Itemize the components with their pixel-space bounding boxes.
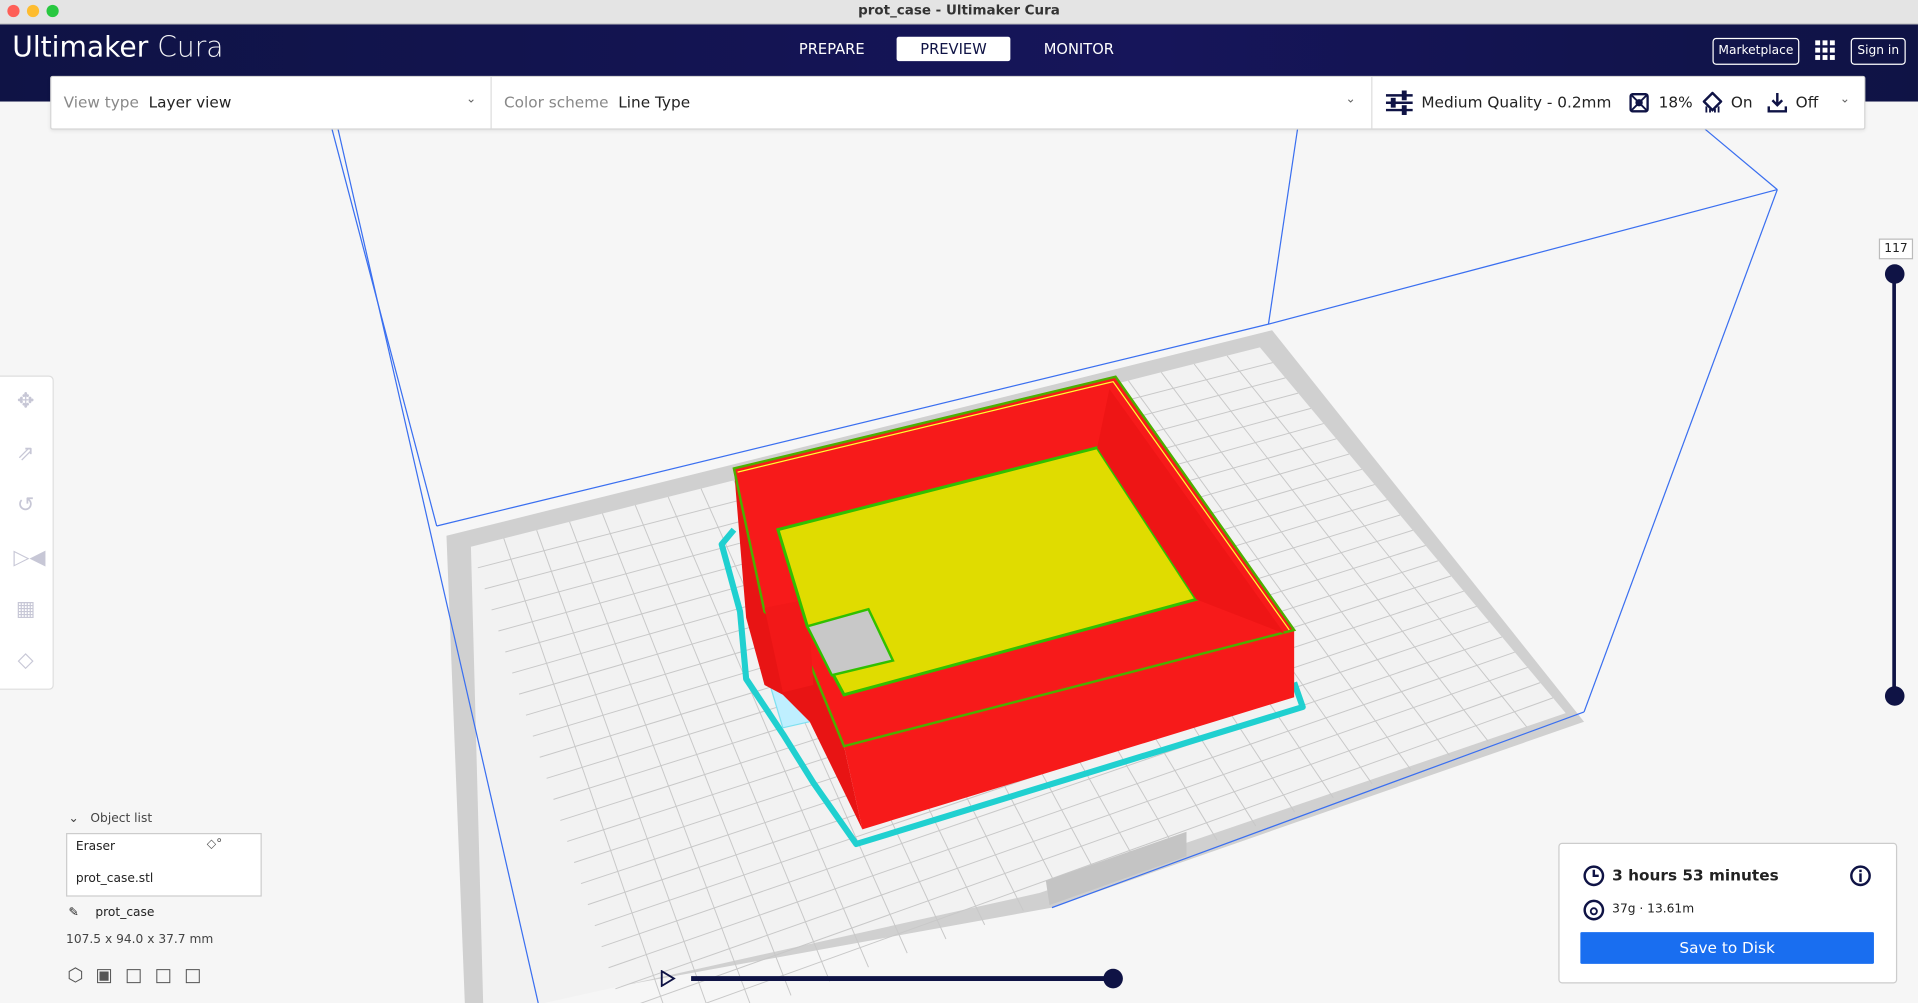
- clock-icon: [1583, 865, 1605, 887]
- print-settings-button[interactable]: Medium Quality - 0.2mm 18% On Off ⌄: [1372, 77, 1864, 128]
- color-scheme-value: Line Type: [618, 92, 691, 112]
- tab-monitor[interactable]: MONITOR: [1030, 37, 1128, 61]
- print-info-panel: 3 hours 53 minutes 37g · 13.61m Save to …: [1558, 842, 1898, 984]
- selected-object-name[interactable]: prot_case: [95, 906, 154, 919]
- logo-bold: Ultimaker: [12, 31, 149, 64]
- close-window-button[interactable]: [7, 4, 20, 18]
- support-blocker-icon[interactable]: ◇: [13, 648, 37, 672]
- pencil-icon[interactable]: ✎: [68, 906, 78, 919]
- marketplace-button[interactable]: Marketplace: [1712, 37, 1800, 65]
- mirror-icon[interactable]: ▷◀: [13, 546, 45, 570]
- top-view-icon[interactable]: □: [125, 964, 155, 986]
- spool-icon: [1583, 899, 1605, 921]
- object-list-item[interactable]: prot_case.stl: [76, 872, 154, 885]
- layer-slider-track[interactable]: [1892, 273, 1896, 697]
- tab-preview[interactable]: PREVIEW: [896, 36, 1011, 62]
- settings-sliders-icon: [1385, 90, 1413, 115]
- view-toolbar: View type Layer view ⌄ Color scheme Line…: [50, 75, 1866, 130]
- print-time: 3 hours 53 minutes: [1612, 866, 1779, 885]
- chevron-down-icon: ⌄: [1839, 92, 1850, 107]
- rotate-icon[interactable]: ↺: [13, 493, 37, 517]
- logo-light: Cura: [157, 31, 224, 64]
- path-slider-handle[interactable]: [1103, 968, 1123, 989]
- window-titlebar: prot_case - Ultimaker Cura: [0, 0, 1918, 25]
- tool-panel: ✥ ⇗ ↺ ▷◀ ▦ ◇: [0, 375, 54, 690]
- quality-profile: Medium Quality - 0.2mm: [1421, 92, 1612, 112]
- apps-grid-icon[interactable]: [1814, 39, 1836, 61]
- tab-prepare[interactable]: PREPARE: [783, 37, 881, 61]
- view-type-value: Layer view: [148, 92, 232, 112]
- color-scheme-label: Color scheme: [503, 92, 609, 112]
- camera-view-buttons: ⬡▣□□□: [67, 964, 214, 986]
- sign-in-button[interactable]: Sign in: [1850, 37, 1906, 65]
- adhesion-value: Off: [1795, 92, 1819, 112]
- chevron-down-icon[interactable]: ⌄: [466, 93, 476, 106]
- view-type-label: View type: [63, 92, 139, 112]
- support-icon: [1702, 91, 1723, 113]
- window-title: prot_case - Ultimaker Cura: [858, 2, 1060, 19]
- layer-slider-upper-handle[interactable]: [1884, 264, 1905, 284]
- layer-slider-lower-handle[interactable]: [1884, 686, 1905, 706]
- object-list-toggle[interactable]: ⌄ Object list: [68, 812, 152, 825]
- play-icon[interactable]: [659, 969, 676, 988]
- object-list-header: Object list: [90, 812, 153, 826]
- front-view-icon[interactable]: ▣: [96, 964, 126, 986]
- 3d-view-icon[interactable]: ⬡: [67, 964, 95, 986]
- path-slider-track[interactable]: [691, 976, 1114, 982]
- per-model-settings-icon[interactable]: ▦: [13, 597, 37, 621]
- minimize-window-button[interactable]: [26, 4, 40, 18]
- material-usage: 37g · 13.61m: [1612, 902, 1695, 917]
- support-value: On: [1730, 92, 1753, 112]
- app-logo: Ultimaker Cura: [12, 32, 223, 64]
- scale-icon[interactable]: ⇗: [13, 442, 37, 466]
- info-icon[interactable]: [1849, 865, 1871, 887]
- infill-value: 18%: [1658, 92, 1693, 112]
- object-list: Eraser ◇° prot_case.stl: [66, 832, 262, 897]
- support-blocker-icon: ◇°: [206, 837, 223, 852]
- left-view-icon[interactable]: □: [155, 964, 185, 986]
- save-to-disk-button[interactable]: Save to Disk: [1580, 932, 1874, 964]
- adhesion-icon: [1767, 92, 1788, 113]
- infill-icon: [1629, 92, 1649, 113]
- color-scheme-dropdown[interactable]: Color scheme Line Type: [504, 93, 690, 111]
- right-view-icon[interactable]: □: [184, 964, 214, 986]
- object-list-item[interactable]: Eraser: [76, 840, 115, 853]
- object-dimensions: 107.5 x 94.0 x 37.7 mm: [66, 933, 214, 947]
- layer-number-label[interactable]: 117: [1878, 238, 1914, 260]
- chevron-down-icon[interactable]: ⌄: [1346, 93, 1356, 106]
- view-type-dropdown[interactable]: View type Layer view: [64, 93, 232, 111]
- divider: [490, 77, 492, 129]
- zoom-window-button[interactable]: [46, 4, 59, 18]
- move-icon[interactable]: ✥: [13, 389, 37, 413]
